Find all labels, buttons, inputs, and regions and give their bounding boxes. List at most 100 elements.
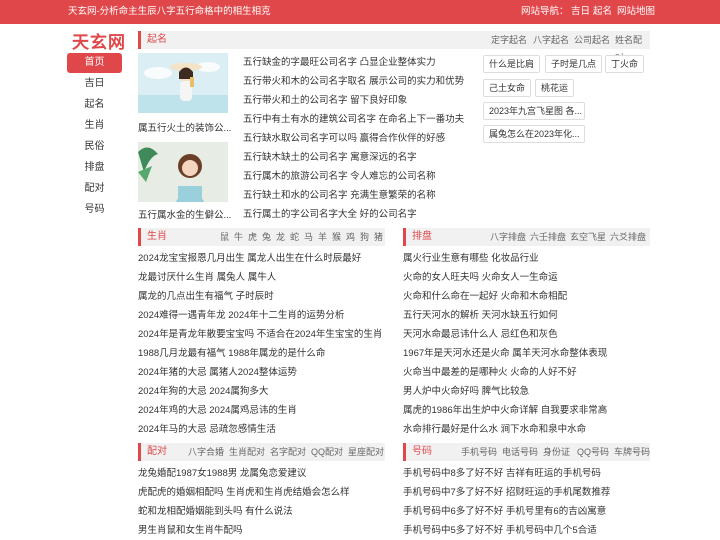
qiming-tag[interactable]: 己土女命	[483, 79, 532, 97]
peidui-link-bazi[interactable]: 八字合婚	[188, 443, 224, 461]
paipan-link-bazi[interactable]: 八字排盘	[490, 228, 526, 246]
qiming-section-title[interactable]: 起名	[147, 31, 167, 49]
shengxiao-article[interactable]: 2024年鸡的大忌 2024属鸡忌讳的生肖	[138, 402, 297, 416]
top-nav-qiming[interactable]: 起名	[593, 0, 612, 24]
shengxiao-link-gou[interactable]: 狗	[360, 228, 369, 246]
shengxiao-article[interactable]: 2024龙宝宝报恩几月出生 属龙人出生在什么时辰最好	[138, 250, 361, 264]
paipan-article[interactable]: 属火行业生意有哪些 化妆品行业	[403, 250, 539, 264]
peidui-link-shengxiao[interactable]: 生肖配对	[229, 443, 265, 461]
haoma-link-qq[interactable]: QQ号码	[577, 443, 609, 461]
peidui-article[interactable]: 男生肖鼠和女生肖牛配吗	[138, 522, 243, 536]
shengxiao-article[interactable]: 2024年猪的大忌 属猪人2024整体运势	[138, 364, 297, 378]
qiming-article[interactable]: 五行属木的旅游公司名字 令人难忘的公司名称	[243, 168, 436, 182]
qiming-section-header: 起名 定字起名 八字起名 公司起名 姓名配对	[138, 31, 650, 63]
sidebar-item-haoma[interactable]: 号码	[67, 200, 122, 220]
shengxiao-link-yang[interactable]: 羊	[318, 228, 327, 246]
peidui-link-qq[interactable]: QQ配对	[311, 443, 343, 461]
qiming-link-gongsi[interactable]: 公司起名	[574, 31, 610, 49]
paipan-article[interactable]: 1967年是天河水还是火命 属羊天河水命整体表现	[403, 345, 607, 359]
qiming-link-dingzi[interactable]: 定字起名	[491, 31, 527, 49]
peidui-section-title[interactable]: 配对	[147, 443, 167, 461]
haoma-section-header: 号码 手机号码 电话号码 身份证 QQ号码 车牌号码	[403, 443, 650, 461]
shengxiao-article[interactable]: 2024年是青龙年散要宝宝吗 不适合在2024年生宝宝的生肖	[138, 326, 382, 340]
paipan-article[interactable]: 火命当中最差的是哪种火 火命的人好不好	[403, 364, 577, 378]
qiming-thumb-1-image[interactable]	[138, 53, 228, 113]
qiming-article[interactable]: 五行带火和土的公司名字 留下良好印象	[243, 92, 407, 106]
qiming-thumb-2-image[interactable]	[138, 142, 228, 202]
qiming-thumb-2-caption[interactable]: 五行属水金的生僻公...	[138, 207, 234, 221]
paipan-article[interactable]: 天河水命最忌讳什么人 忌红色和灰色	[403, 326, 558, 340]
qiming-tag[interactable]: 2023年九宫飞星图 各...	[483, 102, 585, 120]
top-bar: 天玄网-分析命主生辰八字五行命格中的相生相克 网站导航： 吉日 起名 网站地图	[0, 0, 720, 24]
shengxiao-article[interactable]: 2024年马的大忌 忌疏忽感情生活	[138, 421, 276, 435]
shengxiao-link-shu[interactable]: 鼠	[220, 228, 229, 246]
sidebar-item-jiri[interactable]: 吉日	[67, 74, 122, 94]
haoma-link-chepai[interactable]: 车牌号码	[614, 443, 650, 461]
paipan-article[interactable]: 五行天河水的解析 天河水缺五行如何	[403, 307, 558, 321]
paipan-link-xuankong[interactable]: 玄空飞星	[570, 228, 606, 246]
qiming-link-bazi[interactable]: 八字起名	[533, 31, 569, 49]
qiming-tag[interactable]: 桃花运	[535, 79, 575, 97]
shengxiao-article[interactable]: 2024年狗的大忌 2024属狗多大	[138, 383, 268, 397]
haoma-article[interactable]: 手机号码中7多了好不好 招财旺运的手机尾数推荐	[403, 484, 610, 498]
peidui-article[interactable]: 龙兔婚配1987女1988男 龙属兔恋爱建议	[138, 465, 306, 479]
haoma-article[interactable]: 手机号码中8多了好不好 吉祥有旺运的手机号码	[403, 465, 601, 479]
haoma-link-dianhua[interactable]: 电话号码	[502, 443, 538, 461]
haoma-section-title[interactable]: 号码	[412, 443, 432, 461]
top-nav-sitemap[interactable]: 网站地图	[617, 0, 655, 24]
shengxiao-article[interactable]: 2024难得一遇青年龙 2024年十二生肖的运势分析	[138, 307, 344, 321]
sidebar-item-home[interactable]: 首页	[67, 53, 122, 73]
paipan-section-title[interactable]: 排盘	[412, 228, 432, 246]
haoma-article[interactable]: 手机号码中5多了好不好 手机号码中几个5合适	[403, 522, 597, 536]
paipan-article[interactable]: 火命的女人旺夫吗 火命女人一生命运	[403, 269, 558, 283]
top-nav-jiri[interactable]: 吉日	[571, 0, 590, 24]
haoma-link-shenfenzheng[interactable]: 身份证	[543, 443, 570, 461]
sidebar-item-qiming[interactable]: 起名	[67, 95, 122, 115]
paipan-article[interactable]: 属虎的1986年出生炉中火命详解 自我要求非常高	[403, 402, 607, 416]
site-logo[interactable]: 天玄网	[72, 28, 126, 53]
haoma-link-shouji[interactable]: 手机号码	[461, 443, 497, 461]
sidebar-item-minsu[interactable]: 民俗	[67, 137, 122, 157]
qiming-tag[interactable]: 子时是几点	[545, 55, 603, 73]
qiming-thumb-1-caption[interactable]: 属五行火土的装饰公...	[138, 120, 234, 134]
peidui-link-mingzi[interactable]: 名字配对	[270, 443, 306, 461]
sidebar-item-paipan[interactable]: 排盘	[67, 158, 122, 178]
shengxiao-article[interactable]: 龙最讨厌什么生肖 属兔人 属牛人	[138, 269, 276, 283]
shengxiao-link-ma[interactable]: 马	[304, 228, 313, 246]
qiming-tag[interactable]: 什么是比肩	[483, 55, 541, 73]
paipan-article[interactable]: 男人炉中火命好吗 脾气比较急	[403, 383, 529, 397]
shengxiao-link-niu[interactable]: 牛	[234, 228, 243, 246]
peidui-link-xingzuo[interactable]: 星座配对	[348, 443, 384, 461]
shengxiao-link-hou[interactable]: 猴	[332, 228, 341, 246]
shengxiao-article[interactable]: 属龙的几点出生有福气 子时辰时	[138, 288, 274, 302]
qiming-tag[interactable]: 属兔怎么在2023年化...	[483, 125, 585, 143]
shengxiao-link-ji[interactable]: 鸡	[346, 228, 355, 246]
paipan-link-liuren[interactable]: 六壬排盘	[530, 228, 566, 246]
paipan-article[interactable]: 火命和什么命在一起好 火命和木命相配	[403, 288, 567, 302]
qiming-article[interactable]: 五行缺土和水的公司名字 充满生意繁荣的名称	[243, 187, 436, 201]
qiming-tag[interactable]: 丁火命	[605, 55, 645, 73]
shengxiao-link-zhu[interactable]: 猪	[374, 228, 383, 246]
shengxiao-section-header: 生肖 鼠 牛 虎 兔 龙 蛇 马 羊 猴 鸡 狗 猪	[138, 228, 385, 246]
paipan-section-header: 排盘 八字排盘 六壬排盘 玄空飞星 六爻排盘	[403, 228, 650, 246]
peidui-section-header: 配对 八字合婚 生肖配对 名字配对 QQ配对 星座配对	[138, 443, 385, 461]
paipan-link-liuyao[interactable]: 六爻排盘	[610, 228, 646, 246]
shengxiao-article[interactable]: 1988几月龙最有福气 1988年属龙的是什么命	[138, 345, 325, 359]
shengxiao-link-long[interactable]: 龙	[276, 228, 285, 246]
sidebar-item-shengxiao[interactable]: 生肖	[67, 116, 122, 136]
qiming-article[interactable]: 五行缺金的字最旺公司名字 凸显企业整体实力	[243, 54, 436, 68]
qiming-article[interactable]: 五行带火和木的公司名字取名 展示公司的实力和优势	[243, 73, 464, 87]
shengxiao-link-tu[interactable]: 兔	[262, 228, 271, 246]
qiming-article[interactable]: 五行中有土有水的建筑公司名字 在命名上下一番功夫	[243, 111, 464, 125]
shengxiao-link-hu[interactable]: 虎	[248, 228, 257, 246]
qiming-article[interactable]: 五行属土的字公司名字大全 好的公司名字	[243, 206, 417, 220]
haoma-article[interactable]: 手机号码中6多了好不好 手机号里有6的吉凶寓意	[403, 503, 606, 517]
paipan-article[interactable]: 水命排行最好是什么水 涧下水命和泉中水命	[403, 421, 586, 435]
peidui-article[interactable]: 虎配虎的婚姻相配吗 生肖虎和生肖虎结婚会怎么样	[138, 484, 350, 498]
peidui-article[interactable]: 蛇和龙相配婚姻能到头吗 有什么说法	[138, 503, 293, 517]
sidebar-item-peidui[interactable]: 配对	[67, 179, 122, 199]
shengxiao-section-title[interactable]: 生肖	[147, 228, 167, 246]
qiming-article[interactable]: 五行缺木缺土的公司名字 寓意深远的名字	[243, 149, 417, 163]
shengxiao-link-she[interactable]: 蛇	[290, 228, 299, 246]
qiming-article[interactable]: 五行缺水取公司名字可以吗 赢得合作伙伴的好感	[243, 130, 445, 144]
